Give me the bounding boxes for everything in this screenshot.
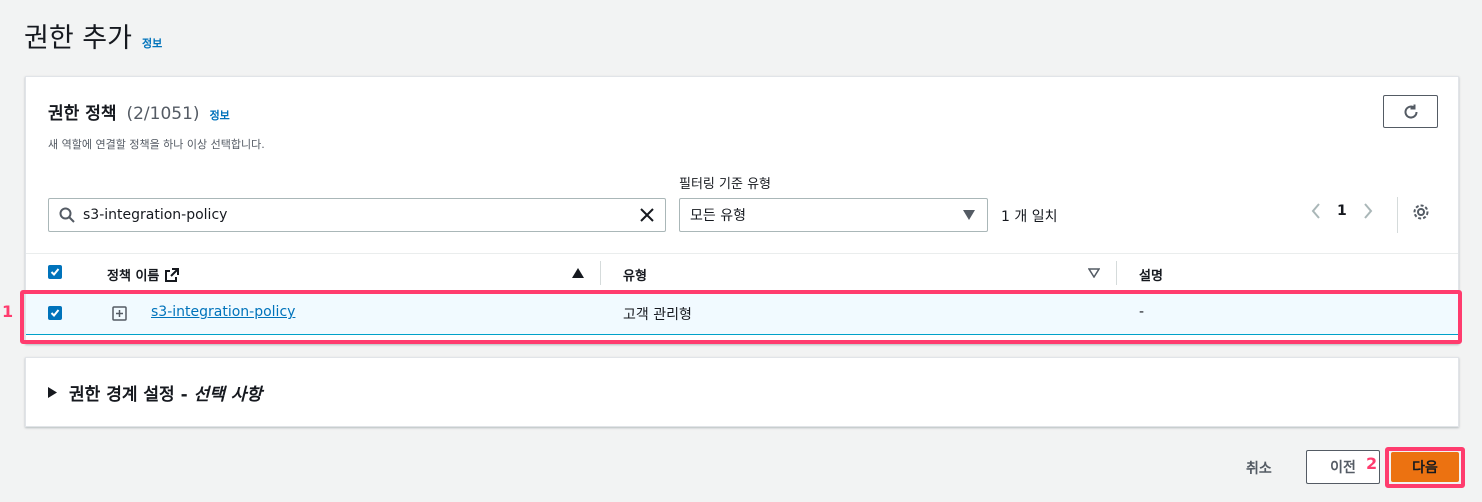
type-filter-select[interactable]: 모든 유형: [679, 198, 988, 232]
gear-icon: [1413, 204, 1429, 220]
page-title: 권한 추가: [24, 23, 132, 54]
panel-description: 새 역할에 연결할 정책을 하나 이상 선택합니다.: [48, 138, 265, 151]
sort-icon[interactable]: [1088, 268, 1100, 278]
page-info-link[interactable]: 정보: [142, 35, 162, 51]
column-policy-name[interactable]: 정책 이름: [107, 265, 180, 284]
column-divider[interactable]: [1116, 261, 1117, 285]
check-icon: [50, 268, 60, 276]
column-description[interactable]: 설명: [1139, 265, 1163, 284]
sort-ascending-icon[interactable]: [572, 268, 584, 278]
current-page[interactable]: 1: [1337, 203, 1347, 219]
page-header: 권한 추가 정보: [24, 16, 162, 55]
annotation-box-1: [20, 290, 1462, 344]
boundary-optional: 선택 사항: [193, 384, 263, 405]
step-number-2: 2: [1366, 454, 1378, 473]
chevron-right-icon[interactable]: [1363, 203, 1373, 219]
column-divider[interactable]: [600, 261, 601, 285]
caret-down-icon: [963, 210, 975, 220]
panel-header: 권한 정책 (2/1051) 정보 새 역할에 연결할 정책을 하나 이상 선택…: [48, 99, 265, 152]
table-header: 정책 이름 유형 설명: [26, 253, 1458, 291]
select-all-checkbox[interactable]: [48, 265, 62, 279]
permissions-boundary-section[interactable]: 권한 경계 설정 - 선택 사항: [25, 357, 1459, 427]
step-number-1: 1: [2, 302, 14, 321]
cancel-button[interactable]: 취소: [1246, 458, 1272, 478]
pagination: 1: [1311, 203, 1373, 219]
filter-type-label: 필터링 기준 유형: [679, 177, 771, 192]
preferences-button[interactable]: [1412, 203, 1430, 225]
clear-icon[interactable]: [639, 207, 655, 223]
external-link-icon: [165, 267, 180, 282]
search-icon: [59, 207, 75, 223]
chevron-left-icon[interactable]: [1311, 203, 1321, 219]
policy-search-input[interactable]: s3-integration-policy: [48, 198, 666, 232]
policy-count: (2/1051): [126, 104, 200, 124]
search-value[interactable]: s3-integration-policy: [83, 207, 631, 223]
panel-info-link[interactable]: 정보: [210, 107, 230, 123]
column-type[interactable]: 유형: [623, 265, 647, 284]
caret-right-icon: [48, 386, 57, 398]
type-filter-value: 모든 유형: [690, 208, 746, 224]
match-count: 1 개 일치: [1001, 209, 1058, 225]
pager-divider: [1397, 197, 1398, 233]
refresh-button[interactable]: [1383, 95, 1438, 128]
next-button[interactable]: 다음: [1391, 452, 1459, 482]
boundary-title: 권한 경계 설정 - 선택 사항: [69, 384, 263, 405]
panel-title: 권한 정책: [48, 104, 117, 124]
refresh-icon: [1404, 104, 1418, 119]
